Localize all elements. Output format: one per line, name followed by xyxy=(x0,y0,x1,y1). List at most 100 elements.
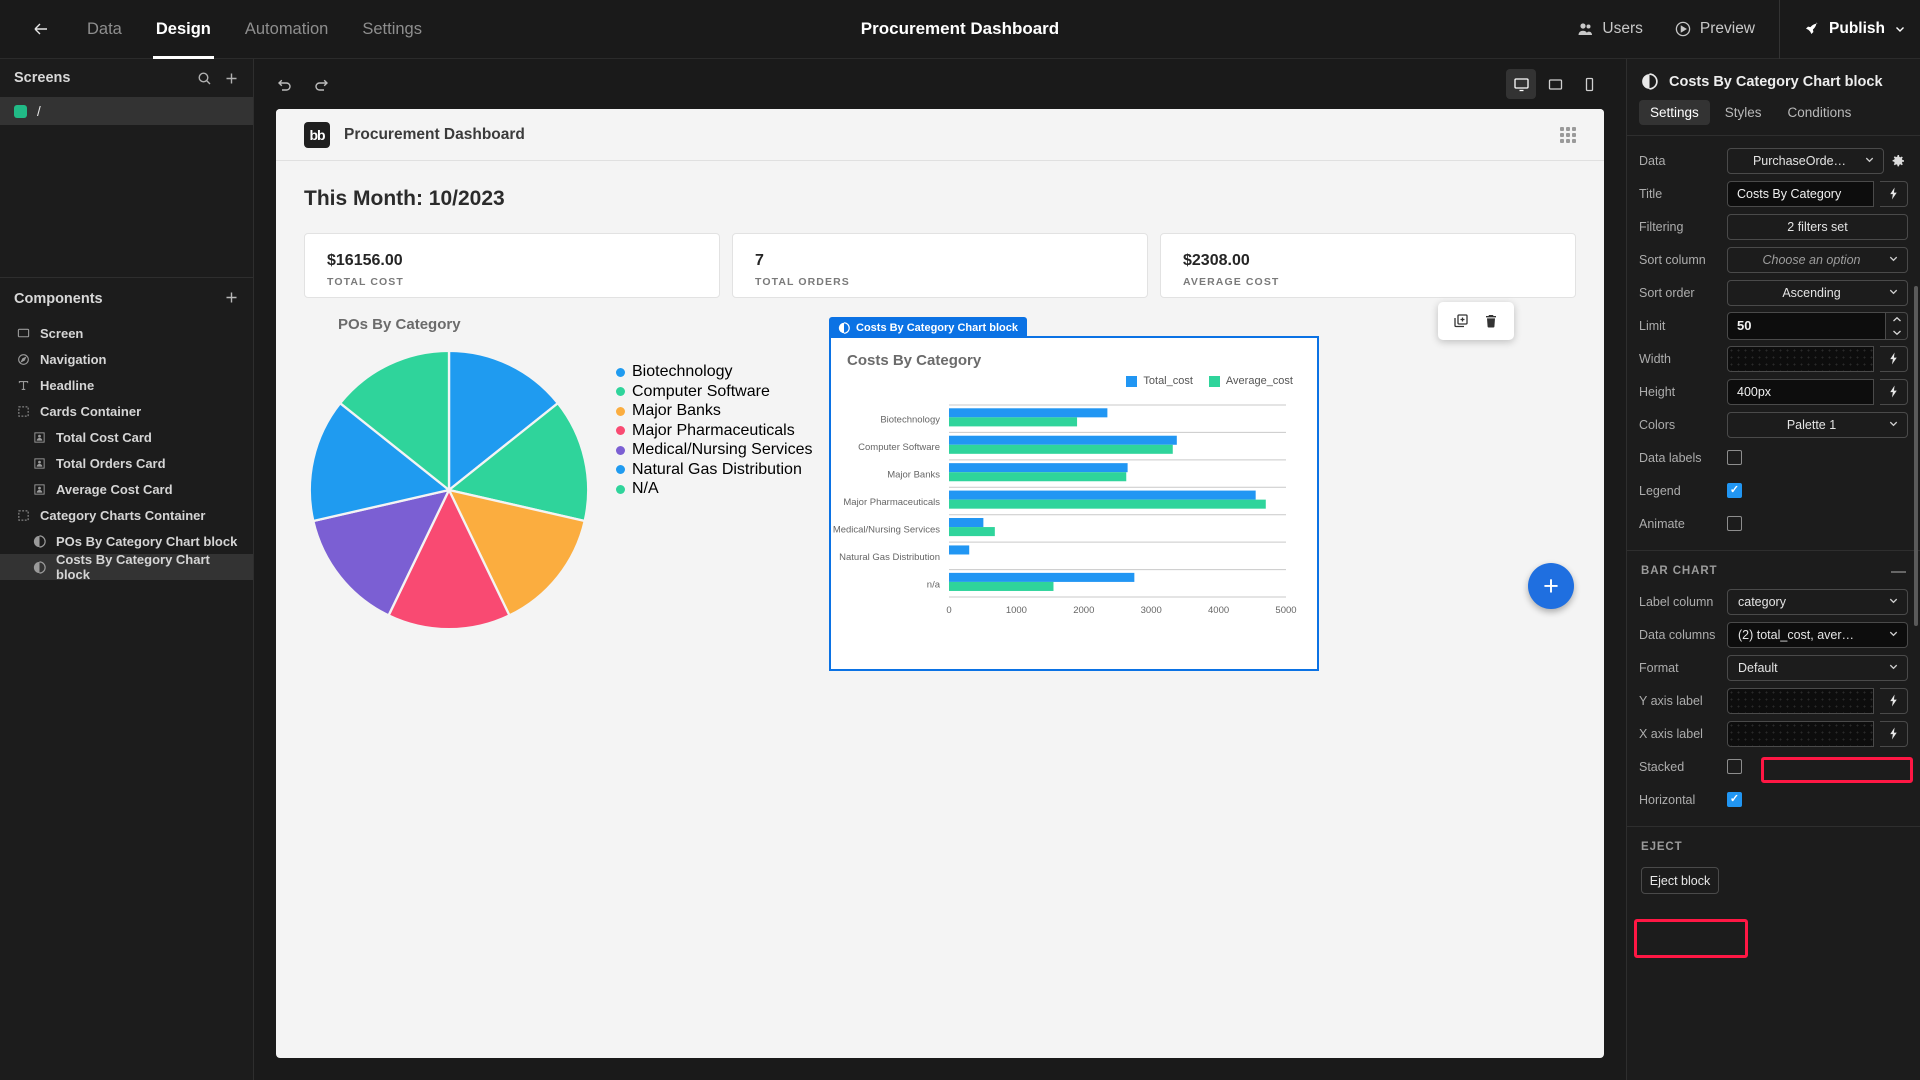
bar-segment[interactable] xyxy=(949,417,1078,427)
tab-data[interactable]: Data xyxy=(70,0,139,59)
colors-select[interactable]: Palette 1 xyxy=(1727,411,1908,438)
component-item-headline[interactable]: Headline xyxy=(0,372,253,398)
sort-order-select[interactable]: Ascending xyxy=(1727,279,1908,306)
stacked-checkbox[interactable] xyxy=(1727,759,1742,774)
bar-segment[interactable] xyxy=(949,518,984,528)
bar-segment[interactable] xyxy=(949,545,970,555)
device-desktop-button[interactable] xyxy=(1506,69,1536,99)
label-column-select[interactable]: category xyxy=(1727,588,1908,615)
pie-legend-item[interactable]: Biotechnology xyxy=(616,363,813,381)
title-input[interactable]: Costs By Category xyxy=(1727,180,1874,207)
tab-settings[interactable]: Settings xyxy=(345,0,439,59)
data-source-select[interactable]: PurchaseOrde… xyxy=(1727,147,1884,174)
component-item-category-charts-container[interactable]: Category Charts Container xyxy=(0,502,253,528)
users-button[interactable]: Users xyxy=(1561,0,1658,59)
component-item-costs-by-category-chart-block[interactable]: Costs By Category Chart block xyxy=(0,552,253,580)
settings-header: Costs By Category Chart block xyxy=(1627,59,1920,100)
tab-automation[interactable]: Automation xyxy=(228,0,345,59)
bar-segment[interactable] xyxy=(949,408,1108,418)
redo-icon[interactable] xyxy=(313,76,330,93)
binding-icon[interactable] xyxy=(1880,180,1908,207)
y-axis-label-input[interactable] xyxy=(1727,687,1874,714)
component-item-cards-container[interactable]: Cards Container xyxy=(0,398,253,424)
pie-legend-item[interactable]: Medical/Nursing Services xyxy=(616,441,813,459)
limit-increment-button[interactable] xyxy=(1886,313,1907,326)
format-select[interactable]: Default xyxy=(1727,654,1908,681)
screen-item-root[interactable]: / xyxy=(0,97,253,125)
legend-label: Natural Gas Distribution xyxy=(632,460,802,478)
bar-segment[interactable] xyxy=(949,527,995,537)
add-screen-icon[interactable] xyxy=(224,71,239,86)
component-item-total-cost-card[interactable]: Total Cost Card xyxy=(0,424,253,450)
tab-settings-panel[interactable]: Settings xyxy=(1639,100,1710,125)
device-tablet-button[interactable] xyxy=(1540,69,1570,99)
data-columns-select[interactable]: (2) total_cost, aver… xyxy=(1727,621,1908,648)
component-item-navigation[interactable]: Navigation xyxy=(0,346,253,372)
preview-button[interactable]: Preview xyxy=(1659,0,1771,59)
animate-checkbox[interactable] xyxy=(1727,516,1742,531)
pos-by-category-chart-block[interactable]: POs By Category Biotechnology Computer So… xyxy=(304,316,824,635)
search-icon[interactable] xyxy=(197,71,212,86)
pie-legend-item[interactable]: Major Banks xyxy=(616,402,813,420)
add-component-icon[interactable] xyxy=(224,290,239,309)
chart-icon xyxy=(32,534,47,549)
undo-icon[interactable] xyxy=(276,76,293,93)
filters-button[interactable]: 2 filters set xyxy=(1727,213,1908,240)
minus-icon[interactable]: — xyxy=(1891,564,1906,579)
total-orders-card[interactable]: 7 TOTAL ORDERS xyxy=(732,233,1148,298)
sort-column-select[interactable]: Choose an option xyxy=(1727,246,1908,273)
bar-segment[interactable] xyxy=(949,499,1266,509)
duplicate-icon[interactable] xyxy=(1448,309,1474,333)
tab-design[interactable]: Design xyxy=(139,0,228,59)
settings-scrollbar[interactable] xyxy=(1914,286,1918,626)
component-item-pos-by-category-chart-block[interactable]: POs By Category Chart block xyxy=(0,528,253,554)
component-item-screen[interactable]: Screen xyxy=(0,320,253,346)
bar-legend-item[interactable]: Average_cost xyxy=(1208,375,1293,387)
gear-icon[interactable] xyxy=(1890,153,1908,169)
x-axis-label-input[interactable] xyxy=(1727,720,1874,747)
bar-segment[interactable] xyxy=(949,444,1173,454)
binding-icon[interactable] xyxy=(1880,345,1908,372)
horizontal-checkbox[interactable] xyxy=(1727,792,1742,807)
bar-segment[interactable] xyxy=(949,490,1256,500)
field-label: Y axis label xyxy=(1639,693,1703,708)
tab-styles-panel[interactable]: Styles xyxy=(1714,100,1773,125)
back-button[interactable] xyxy=(18,0,64,59)
tab-conditions-panel[interactable]: Conditions xyxy=(1777,100,1863,125)
height-input[interactable]: 400px xyxy=(1727,378,1874,405)
component-item-average-cost-card[interactable]: Average Cost Card xyxy=(0,476,253,502)
bar-segment[interactable] xyxy=(949,581,1054,591)
pie-legend-item[interactable]: Natural Gas Distribution xyxy=(616,461,813,479)
pie-legend-item[interactable]: N/A xyxy=(616,480,813,498)
bar-segment[interactable] xyxy=(949,572,1135,582)
width-input[interactable] xyxy=(1727,345,1874,372)
card-label: AVERAGE COST xyxy=(1183,276,1280,288)
total-cost-card[interactable]: $16156.00 TOTAL COST xyxy=(304,233,720,298)
bar-category-label: Natural Gas Distribution xyxy=(839,552,940,563)
pie-legend-item[interactable]: Computer Software xyxy=(616,383,813,401)
limit-input[interactable]: 50 xyxy=(1727,311,1886,340)
data-labels-checkbox[interactable] xyxy=(1727,450,1742,465)
limit-decrement-button[interactable] xyxy=(1886,326,1907,339)
field-label: Width xyxy=(1639,351,1671,366)
average-cost-card[interactable]: $2308.00 AVERAGE COST xyxy=(1160,233,1576,298)
costs-by-category-chart-block[interactable]: Costs By Category Chart block Costs By C… xyxy=(829,317,1319,671)
bar-segment[interactable] xyxy=(949,463,1128,473)
component-item-total-orders-card[interactable]: Total Orders Card xyxy=(0,450,253,476)
field-label: Sort order xyxy=(1639,285,1695,300)
device-mobile-button[interactable] xyxy=(1574,69,1604,99)
add-component-fab[interactable]: + xyxy=(1528,563,1574,609)
binding-icon[interactable] xyxy=(1880,378,1908,405)
publish-button[interactable]: Publish xyxy=(1788,0,1920,59)
drag-grip-icon[interactable] xyxy=(1560,126,1576,143)
pie-legend-item[interactable]: Major Pharmaceuticals xyxy=(616,422,813,440)
eject-block-button[interactable]: Eject block xyxy=(1641,867,1719,894)
legend-checkbox[interactable] xyxy=(1727,483,1742,498)
field-label: Limit xyxy=(1639,318,1666,333)
bar-segment[interactable] xyxy=(949,435,1177,445)
delete-icon[interactable] xyxy=(1478,309,1504,333)
binding-icon[interactable] xyxy=(1880,720,1908,747)
binding-icon[interactable] xyxy=(1880,687,1908,714)
bar-legend-item[interactable]: Total_cost xyxy=(1126,375,1193,387)
bar-segment[interactable] xyxy=(949,472,1127,482)
